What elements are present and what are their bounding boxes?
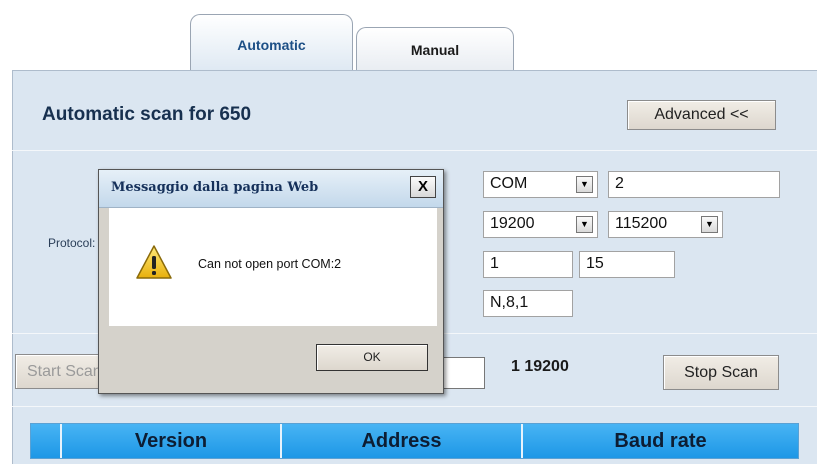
baud-from-value: 19200	[490, 215, 535, 232]
warning-icon	[136, 245, 172, 279]
tab-automatic[interactable]: Automatic	[190, 14, 353, 70]
chevron-down-icon: ▼	[701, 216, 718, 233]
scan-status: 1 19200	[511, 358, 569, 375]
column-header-version[interactable]: Version	[62, 424, 282, 458]
dialog-title: Messaggio dalla pagina Web	[111, 180, 319, 195]
protocol-label: Protocol:	[48, 236, 96, 250]
port-type-select[interactable]: COM ▼	[483, 171, 598, 198]
ok-button[interactable]: OK	[316, 344, 428, 371]
port-type-value: COM	[490, 175, 528, 192]
stop-scan-button[interactable]: Stop Scan	[663, 355, 779, 390]
scan-progress-field	[440, 357, 485, 389]
column-header-address[interactable]: Address	[282, 424, 523, 458]
start-scan-button[interactable]: Start Scan	[15, 354, 111, 389]
column-header-baud-rate[interactable]: Baud rate	[523, 424, 798, 458]
chevron-down-icon: ▼	[576, 176, 593, 193]
divider-bottom	[12, 406, 817, 407]
column-header-select[interactable]	[31, 424, 62, 458]
dialog-message: Can not open port COM:2	[198, 257, 342, 271]
address-from-field[interactable]: 1	[483, 251, 573, 278]
advanced-button[interactable]: Advanced <<	[627, 100, 776, 130]
close-icon[interactable]: X	[410, 176, 436, 198]
port-number-field[interactable]: 2	[608, 171, 780, 198]
dialog-titlebar[interactable]: Messaggio dalla pagina Web X	[99, 170, 443, 208]
baud-to-select[interactable]: 115200 ▼	[608, 211, 723, 238]
chevron-down-icon: ▼	[576, 216, 593, 233]
frame-field[interactable]: N,8,1	[483, 290, 573, 317]
baud-from-select[interactable]: 19200 ▼	[483, 211, 598, 238]
page-title: Automatic scan for 650	[42, 104, 252, 125]
divider-top	[12, 150, 817, 151]
results-table-header: Version Address Baud rate	[30, 423, 799, 459]
message-dialog: Messaggio dalla pagina Web X Can not ope…	[98, 169, 444, 394]
tab-manual[interactable]: Manual	[356, 27, 514, 70]
address-to-field[interactable]: 15	[579, 251, 675, 278]
baud-to-value: 115200	[615, 215, 668, 232]
